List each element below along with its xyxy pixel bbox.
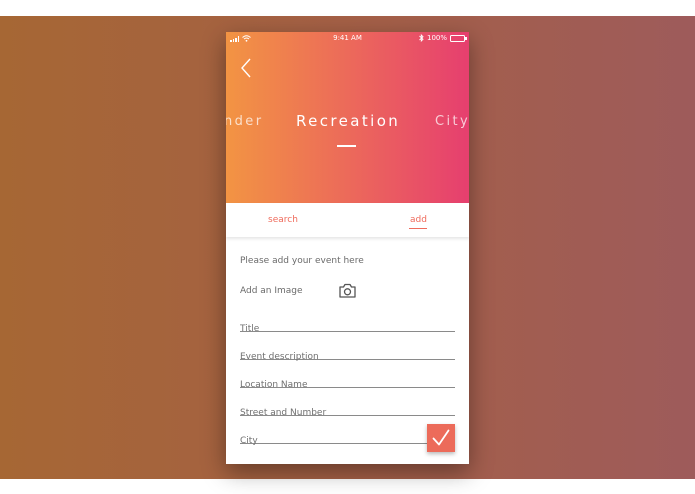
form-intro: Please add your event here [240,256,364,266]
category-prev[interactable]: nder [226,114,263,130]
header-banner: 9:41 AM 100% nder Recreation City [226,32,469,203]
category-active[interactable]: Recreation [296,113,400,129]
description-field [240,344,455,362]
street-field [240,400,455,418]
status-bar: 9:41 AM 100% [226,32,469,46]
category-next[interactable]: City [435,114,469,130]
tab-search[interactable]: search [268,215,298,225]
submit-button[interactable] [427,424,455,452]
fees-field [240,456,455,464]
location-field [240,372,455,390]
phone-screen: 9:41 AM 100% nder Recreation City search… [226,32,469,464]
battery-percent: 100% [426,34,447,42]
title-input[interactable] [240,324,455,334]
camera-icon[interactable] [339,283,356,298]
tab-add-indicator [409,228,427,229]
description-input[interactable] [240,352,455,362]
bluetooth-icon [419,34,424,42]
location-input[interactable] [240,380,455,390]
tab-add[interactable]: add [410,215,427,225]
add-image-label: Add an Image [240,286,303,296]
title-field [240,316,455,334]
tab-bar: search add [226,203,469,237]
chevron-left-icon[interactable] [238,56,254,80]
battery-icon [450,34,467,42]
street-input[interactable] [240,408,455,418]
checkmark-icon [432,429,450,446]
city-field [240,428,455,446]
city-input[interactable] [240,436,455,446]
category-indicator [337,145,356,147]
add-event-form: Please add your event here Add an Image [226,237,469,464]
